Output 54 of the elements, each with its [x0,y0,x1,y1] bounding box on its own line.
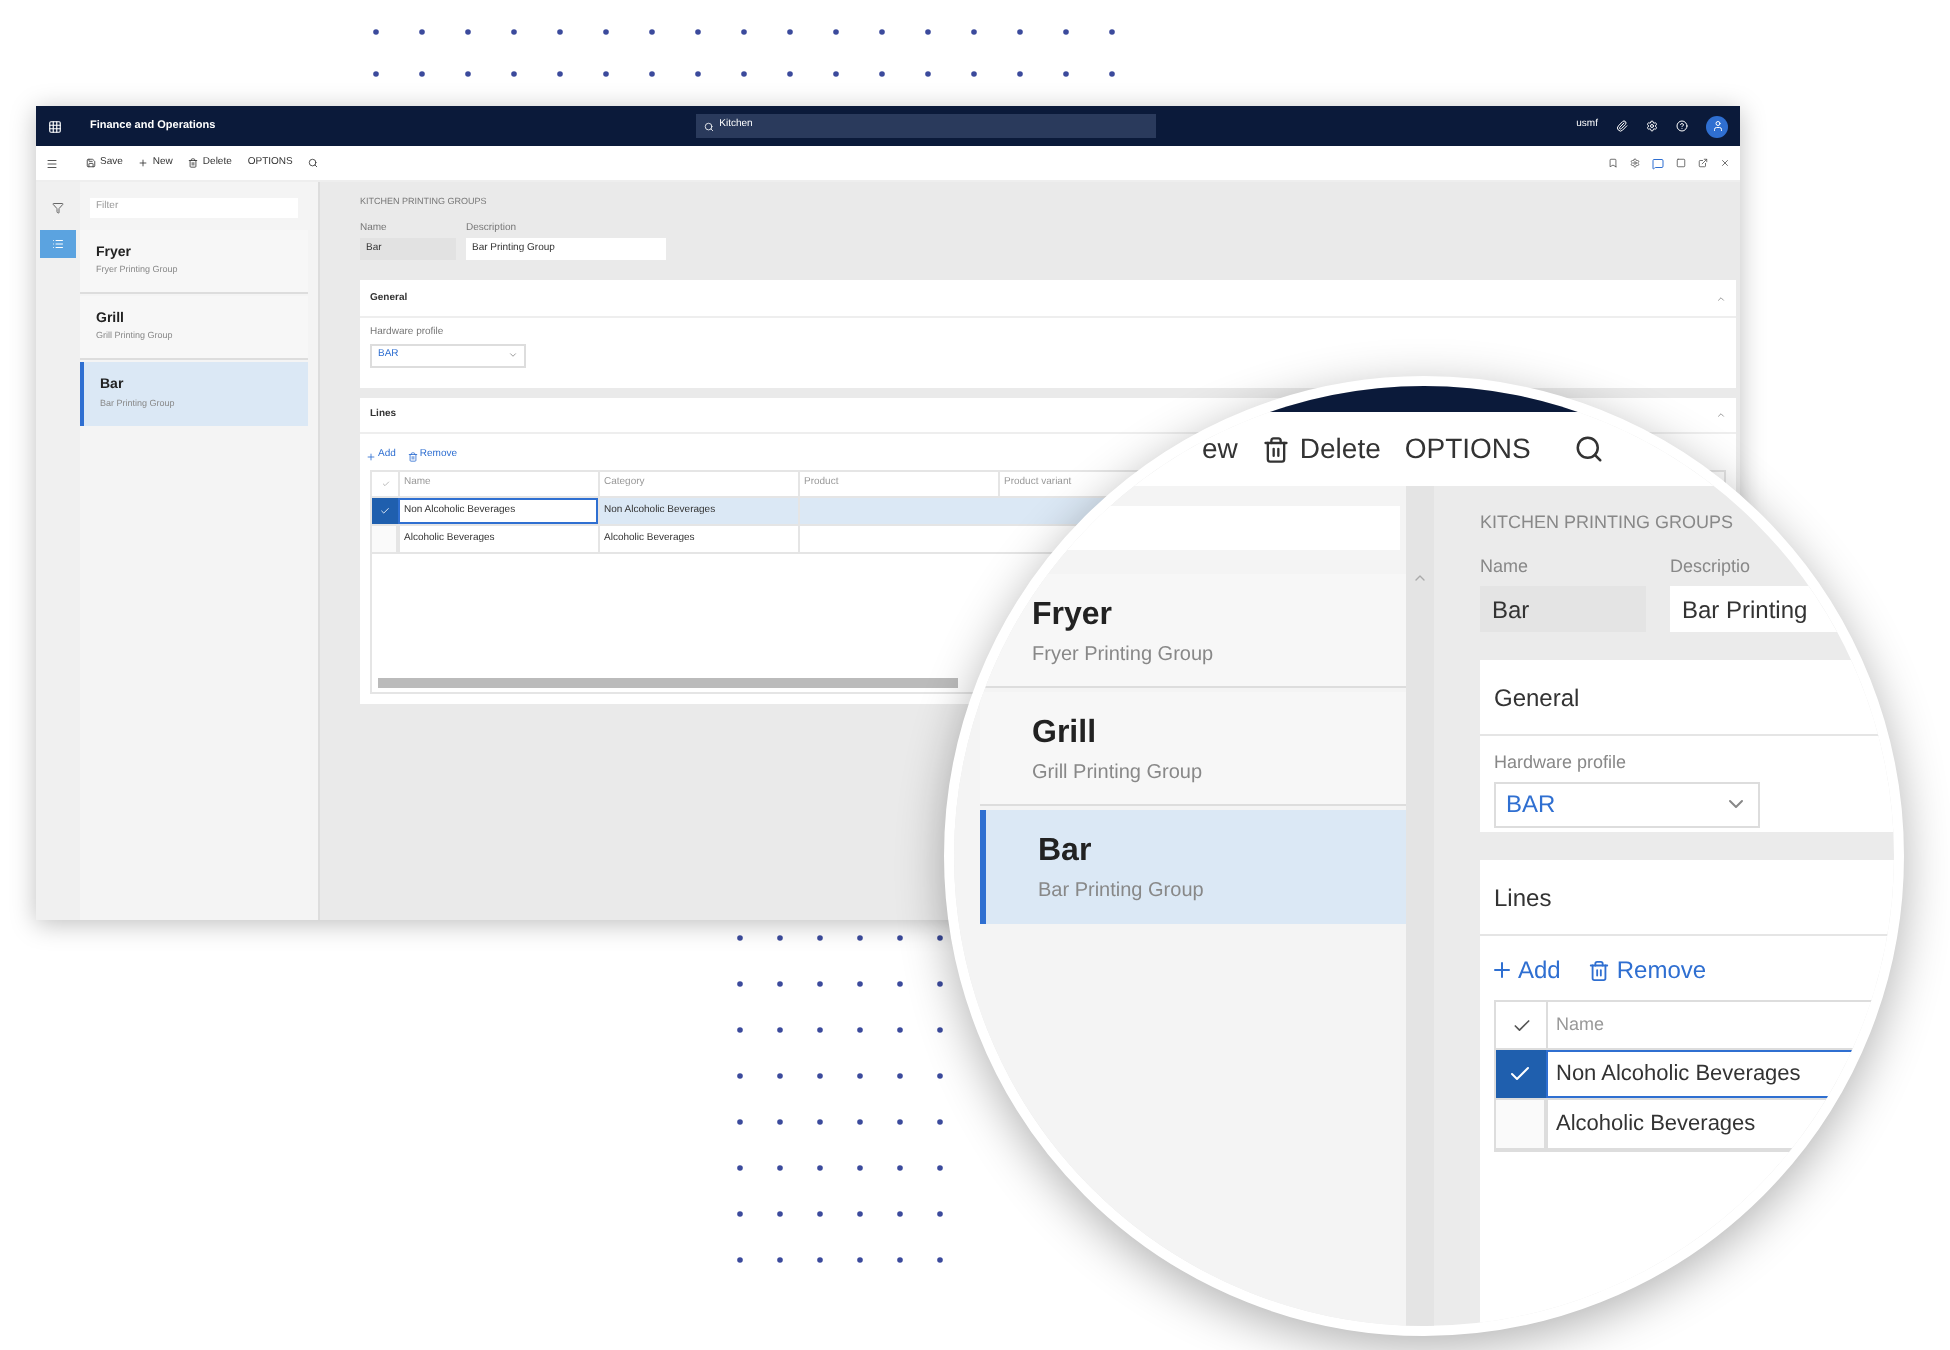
trash-icon [1261,435,1290,463]
item-subtitle: Bar Printing Group [1038,878,1206,906]
save-icon [86,158,96,168]
plus-icon [138,158,149,168]
help-icon[interactable] [1676,120,1688,132]
remove-button[interactable]: Remove [1588,952,1707,988]
table-cell: Alcoholic Beverages [1546,1100,1892,1148]
plus-icon [1490,958,1514,982]
item-title: Bar [1038,832,1094,872]
field-label: Hardware profile [1494,750,1629,776]
paperclip-icon[interactable] [1616,120,1628,132]
section-title: KITCHEN PRINTING GROUPS [1480,510,1736,536]
list-icon [52,238,64,250]
popout-icon[interactable] [1698,158,1708,168]
column-header: Name [1546,1002,1892,1048]
row-checkbox[interactable] [372,497,398,524]
action-button[interactable]: OPTIONS [1404,428,1531,470]
field-label: Descriptio [1670,553,1753,580]
search-icon [703,121,714,131]
card-title: General [1494,681,1580,715]
field-label: Name [1480,553,1531,579]
add-button[interactable]: Add [1490,952,1561,988]
app-launcher-icon[interactable] [48,119,62,133]
row-checkbox[interactable] [1496,1050,1546,1098]
action-button[interactable]: Delete [1261,428,1381,470]
window-icon[interactable] [1676,158,1686,168]
search-icon[interactable] [308,158,319,168]
select-all-icon[interactable] [1511,1015,1531,1035]
chat-icon[interactable] [1652,157,1664,169]
item-title: Grill [1032,713,1099,753]
item-subtitle: Fryer Printing Group [1032,641,1216,669]
trash-icon [407,451,418,461]
chevron-down-icon [508,350,518,361]
trash-icon [188,158,199,168]
filter-icon[interactable] [52,202,64,214]
person-icon [1711,120,1723,132]
plus-icon [366,451,376,461]
item-subtitle: Grill Printing Group [1032,759,1205,787]
check-icon [1508,1062,1532,1086]
list-item[interactable]: Bar Bar Printing Group [980,810,1406,924]
list-toggle[interactable] [40,230,76,258]
name-field: Bar [1480,586,1646,632]
trash-icon [1588,959,1611,981]
search-icon[interactable] [1574,434,1605,464]
hardware-profile-dropdown[interactable]: BAR [1494,781,1760,827]
item-title: Fryer [1032,595,1115,635]
bookmark-icon[interactable] [1608,158,1618,168]
card-title: Lines [1494,881,1552,915]
menu-icon[interactable] [46,157,58,169]
check-icon [379,505,389,516]
avatar[interactable] [1706,115,1728,137]
list-item[interactable]: Fryer Fryer Printing Group [980,574,1406,688]
list-item[interactable]: Grill Grill Printing Group [980,692,1406,806]
action-button[interactable]: ew [1202,428,1238,470]
